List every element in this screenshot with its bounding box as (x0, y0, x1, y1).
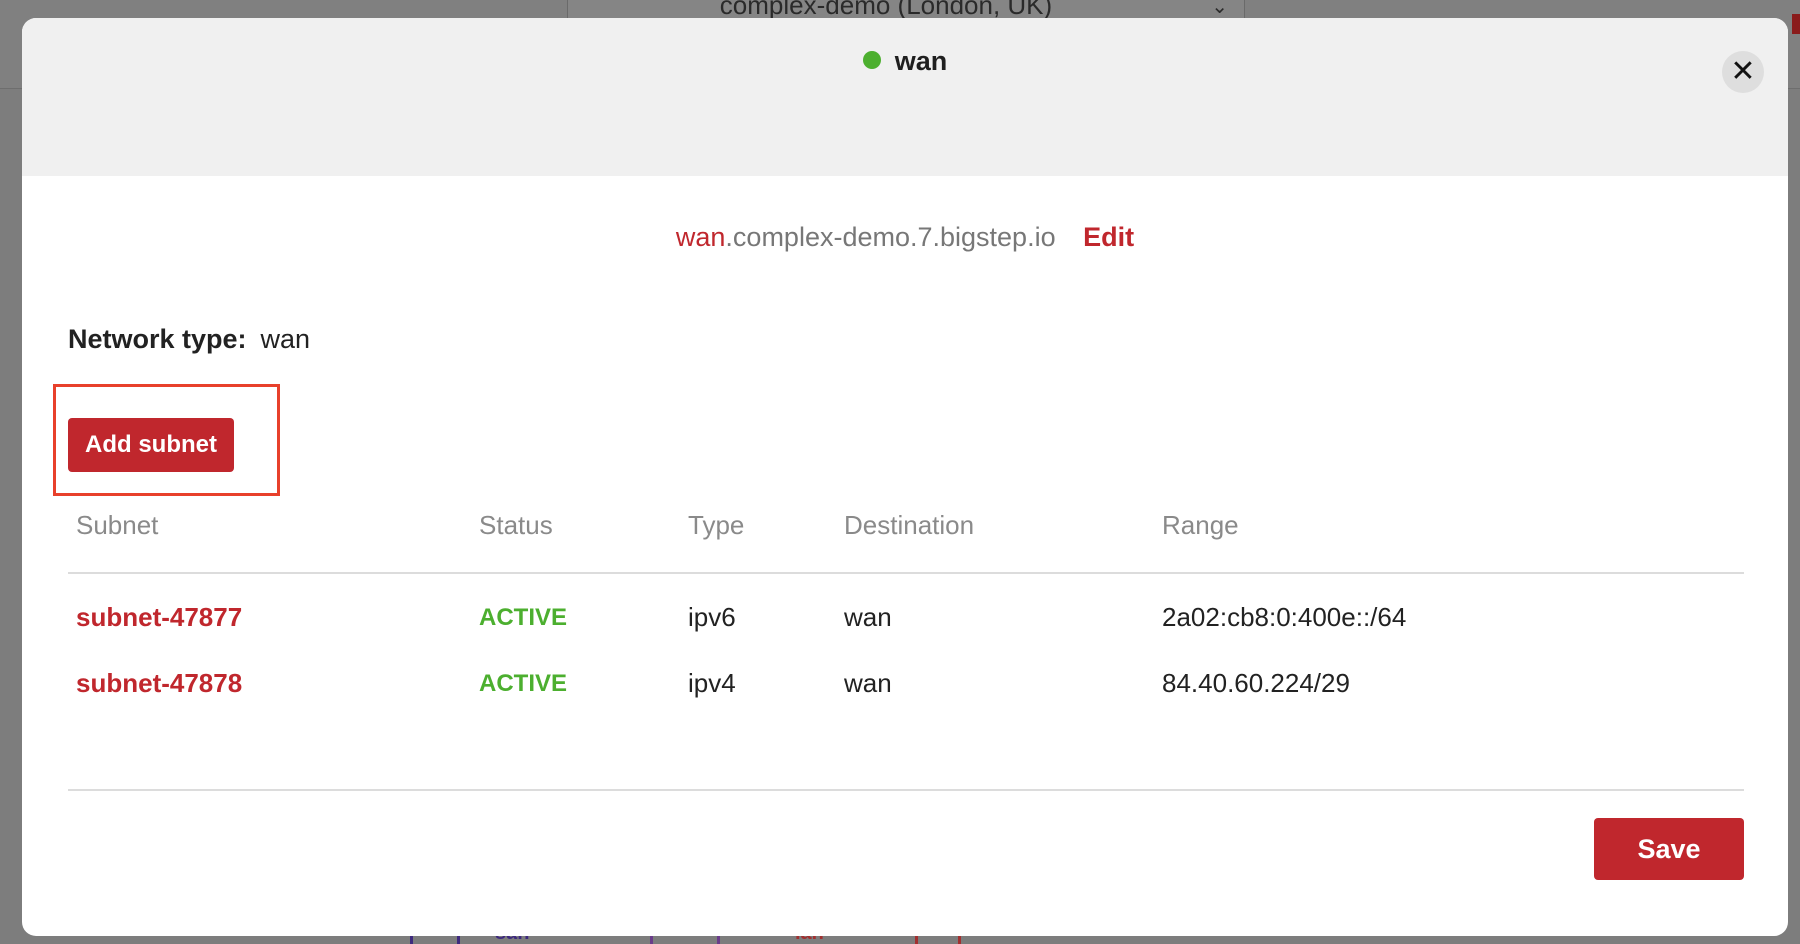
footer-divider (68, 789, 1744, 791)
hostname-suffix: .complex-demo.7.bigstep.io (725, 222, 1056, 252)
table-row: subnet-47878 ACTIVE ipv4 wan 84.40.60.22… (22, 668, 1788, 708)
hostname-prefix: wan (675, 222, 726, 252)
save-button[interactable]: Save (1594, 818, 1744, 880)
column-header-status: Status (479, 510, 553, 540)
subnet-destination: wan (844, 668, 892, 698)
datacenter-selector-label: complex-demo (London, UK) (719, 0, 1053, 20)
network-type-value: wan (260, 324, 311, 354)
subnet-link[interactable]: subnet-47877 (76, 602, 242, 633)
network-type: Network type: wan (68, 324, 310, 355)
background-badge (1792, 14, 1800, 34)
table-row: subnet-47877 ACTIVE ipv6 wan 2a02:cb8:0:… (22, 602, 1788, 642)
subnet-type: ipv4 (688, 668, 736, 698)
column-header-type: Type (688, 510, 745, 540)
status-badge: ACTIVE (479, 604, 568, 631)
subnet-link[interactable]: subnet-47878 (76, 668, 242, 699)
column-header-subnet: Subnet (76, 510, 159, 540)
modal-title-text: wan (894, 46, 948, 76)
network-hostname: wan.complex-demo.7.bigstep.io Edit (22, 222, 1788, 253)
network-type-label: Network type: (68, 324, 247, 354)
network-modal: wan ✕ wan.complex-demo.7.bigstep.io Edit… (22, 18, 1788, 936)
subnet-range: 2a02:cb8:0:400e::/64 (1162, 602, 1407, 632)
subnet-range: 84.40.60.224/29 (1162, 668, 1350, 698)
edit-hostname-link[interactable]: Edit (1083, 222, 1134, 252)
subnet-type: ipv6 (688, 602, 736, 632)
modal-title: wan (22, 46, 1788, 77)
status-dot-icon (862, 51, 881, 69)
close-button[interactable]: ✕ (1722, 51, 1764, 93)
close-icon: ✕ (1730, 55, 1756, 88)
add-subnet-button[interactable]: Add subnet (68, 418, 234, 472)
subnet-destination: wan (844, 602, 892, 632)
modal-header: wan ✕ (22, 18, 1788, 176)
table-header-divider (68, 572, 1744, 574)
status-badge: ACTIVE (479, 670, 568, 697)
column-header-destination: Destination (844, 510, 975, 540)
column-header-range: Range (1162, 510, 1239, 540)
